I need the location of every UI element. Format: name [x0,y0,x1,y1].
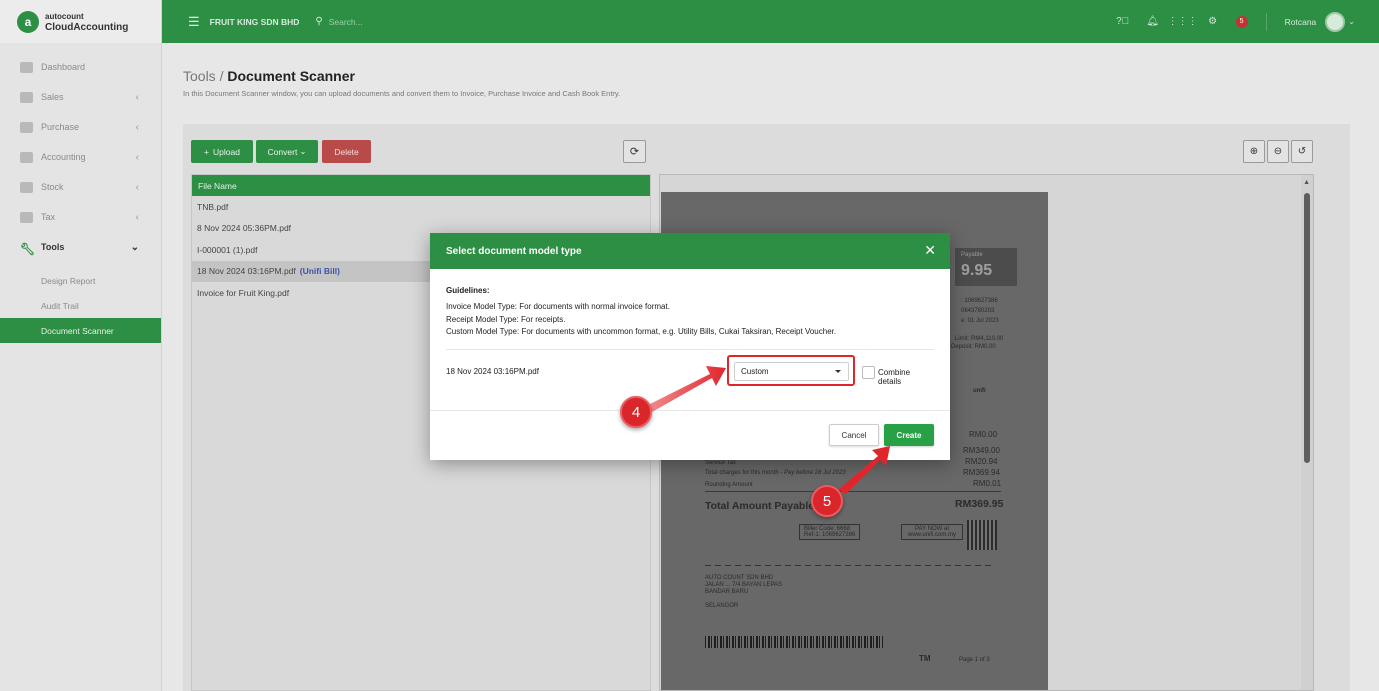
guidelines-title: Guidelines: [446,286,490,295]
model-type-select[interactable]: Custom [734,361,849,381]
dialog-body: Guidelines: Invoice Model Type: For docu… [430,269,950,392]
caret-down-icon [835,369,841,373]
combine-details-checkbox[interactable] [862,365,875,379]
step-4-marker: 4 [620,396,652,428]
create-button[interactable]: Create [884,424,934,446]
guideline-line: Invoice Model Type: For documents with n… [446,302,670,311]
guideline-line: Custom Model Type: For documents with un… [446,327,837,336]
step-5-marker: 5 [811,485,843,517]
highlight-box: Custom [727,354,855,386]
guideline-line: Receipt Model Type: For receipts. [446,314,566,324]
model-type-value: Custom [741,366,769,376]
document-row: 18 Nov 2024 03:16PM.pdf Custom Combine d… [446,350,934,392]
close-icon[interactable]: ✕ [924,243,936,257]
select-model-dialog: Select document model type ✕ Guidelines:… [430,233,950,460]
combine-details-label[interactable]: Combine details [878,368,934,386]
dialog-title: Select document model type [446,245,582,257]
divider [430,410,950,411]
cancel-button[interactable]: Cancel [829,424,879,446]
dialog-header: Select document model type ✕ [430,233,950,269]
document-name: 18 Nov 2024 03:16PM.pdf [446,366,539,376]
